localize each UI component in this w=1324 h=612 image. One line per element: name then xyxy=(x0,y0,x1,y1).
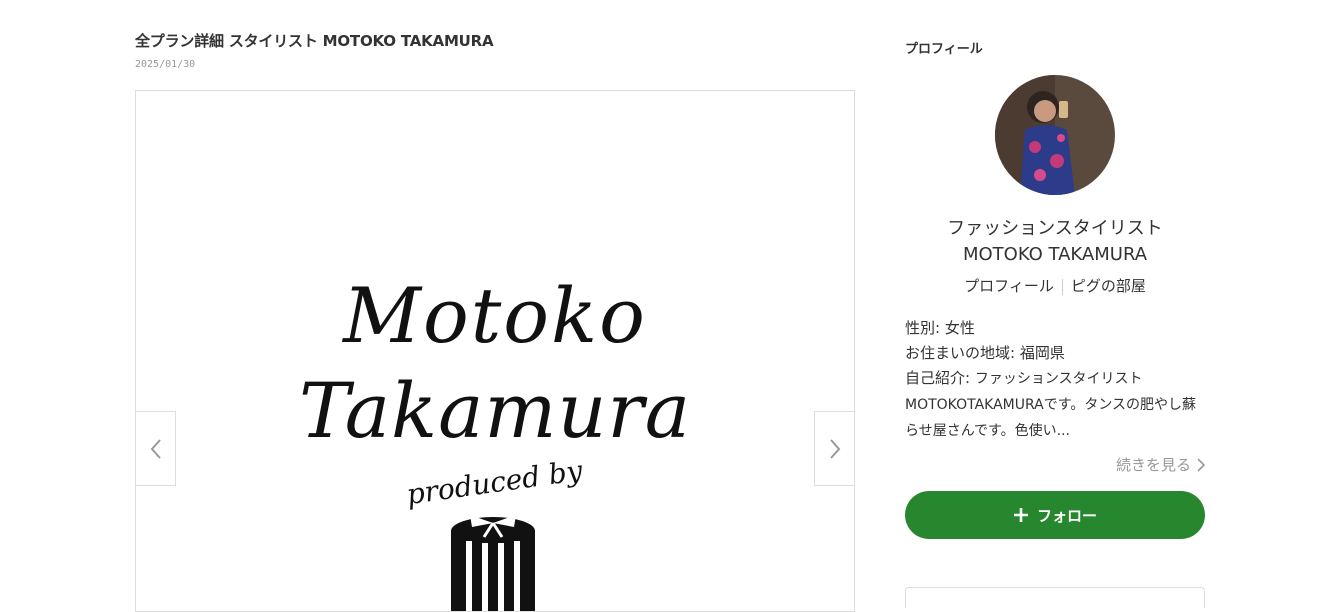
profile-links: プロフィール ピグの部屋 xyxy=(905,275,1205,296)
next-image-button[interactable] xyxy=(814,411,854,486)
hatbox-icon xyxy=(451,515,535,611)
plus-icon xyxy=(1013,508,1028,522)
region-text: お住まいの地域: 福岡県 xyxy=(905,344,1065,362)
next-card xyxy=(905,587,1205,608)
logo-text-produced-by: produced by xyxy=(404,453,585,512)
post-date: 2025/01/30 xyxy=(135,59,196,70)
gender-text: 性別: 女性 xyxy=(905,319,975,337)
chevron-right-icon xyxy=(1197,457,1205,472)
chevron-left-icon xyxy=(150,438,161,459)
avatar[interactable] xyxy=(995,75,1115,195)
chevron-right-icon xyxy=(829,438,840,459)
sidebar-heading: プロフィール xyxy=(905,42,983,57)
read-more-link[interactable]: 続きを見る xyxy=(1116,454,1205,475)
logo-text-takamura: Takamura xyxy=(298,366,692,455)
post-title[interactable]: 全プラン詳細 スタイリスト MOTOKO TAKAMURA xyxy=(135,30,494,51)
intro-text: 自己紹介: ファッションスタイリストMOTOKOTAKAMURAです。タンスの肥… xyxy=(905,369,1197,439)
image-viewer: Motoko Takamura produced by xyxy=(135,90,855,612)
pigg-room-link[interactable]: ピグの部屋 xyxy=(1063,275,1154,296)
previous-image-button[interactable] xyxy=(136,411,176,486)
logo-text-motoko: Motoko xyxy=(343,271,647,360)
profile-name[interactable]: ファッションスタイリスト MOTOKO TAKAMURA xyxy=(905,216,1205,268)
logo-image: Motoko Takamura produced by xyxy=(136,91,854,611)
profile-link[interactable]: プロフィール xyxy=(956,275,1062,296)
profile-info: 性別: 女性 お住まいの地域: 福岡県 自己紹介: ファッションスタイリストMO… xyxy=(905,316,1205,444)
follow-button[interactable]: フォロー xyxy=(905,491,1205,539)
